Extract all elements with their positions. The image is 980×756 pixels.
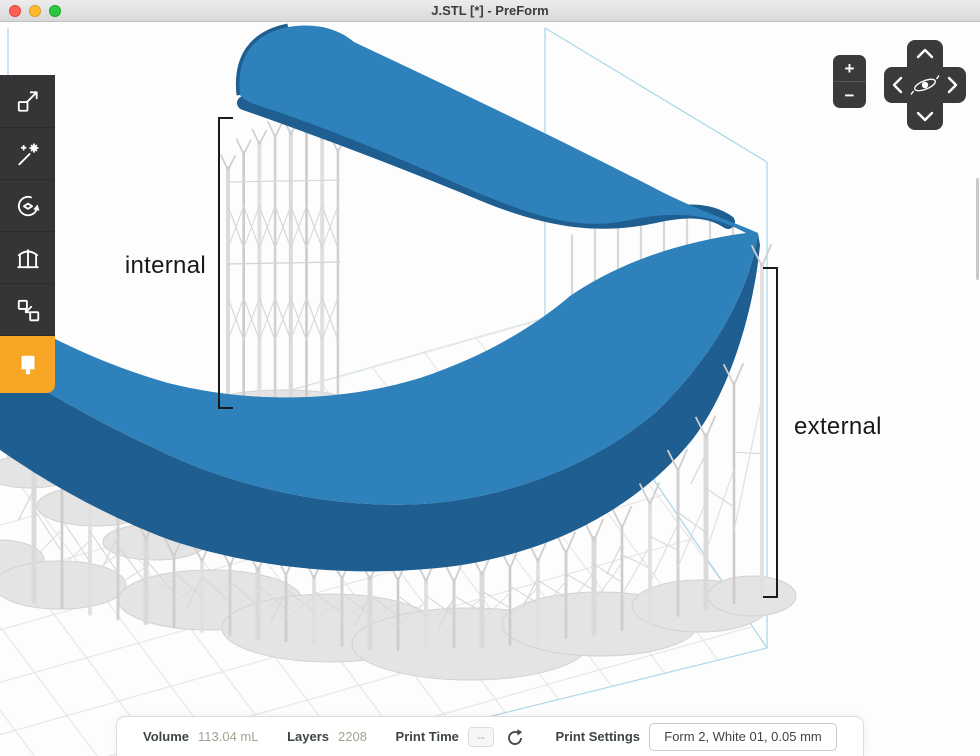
print-time-label: Print Time — [396, 729, 459, 744]
print-time-value: -- — [468, 727, 494, 747]
magic-wand-icon — [15, 141, 41, 167]
print-settings-label: Print Settings — [555, 729, 640, 744]
refresh-icon — [505, 727, 525, 747]
close-window-button[interactable] — [9, 5, 21, 17]
viewport-3d[interactable] — [0, 22, 980, 756]
layers-stat: Layers 2208 — [287, 729, 367, 744]
volume-label: Volume — [143, 729, 189, 744]
scale-icon — [15, 88, 41, 114]
print-time-stat: Print Time -- — [396, 725, 527, 749]
external-bracket — [763, 268, 777, 597]
annotation-external: external — [794, 413, 882, 441]
annotation-internal: internal — [100, 252, 206, 280]
tool-layout-button[interactable] — [0, 283, 55, 335]
tool-orientation-button[interactable] — [0, 179, 55, 231]
supports-icon — [15, 245, 41, 271]
status-bar: Volume 113.04 mL Layers 2208 Print Time … — [116, 716, 864, 756]
layout-icon — [15, 297, 41, 323]
print-settings-stat: Print Settings Form 2, White 01, 0.05 mm — [555, 723, 837, 751]
view-navigation-pad — [884, 40, 966, 130]
zoom-panel: + − — [833, 55, 866, 108]
tool-sidebar — [0, 75, 55, 393]
print-cartridge-icon — [15, 352, 41, 378]
zoom-in-button[interactable]: + — [833, 55, 866, 81]
window-title: J.STL [*] - PreForm — [0, 3, 980, 18]
layers-label: Layers — [287, 729, 329, 744]
zoom-window-button[interactable] — [49, 5, 61, 17]
rotate-icon — [15, 193, 41, 219]
supports-internal — [221, 119, 345, 403]
print-settings-dropdown[interactable]: Form 2, White 01, 0.05 mm — [649, 723, 837, 751]
build-scene — [0, 22, 980, 756]
preform-window: J.STL [*] - PreForm — [0, 0, 980, 756]
print-button[interactable] — [0, 335, 55, 393]
tool-one-click-print-button[interactable] — [0, 127, 55, 179]
window-controls — [9, 5, 61, 17]
scrollbar-thumb[interactable] — [976, 178, 979, 280]
volume-value: 113.04 mL — [198, 729, 258, 744]
titlebar: J.STL [*] - PreForm — [0, 0, 980, 22]
layers-value: 2208 — [338, 729, 367, 744]
zoom-out-button[interactable]: − — [833, 81, 866, 108]
volume-stat: Volume 113.04 mL — [143, 729, 258, 744]
refresh-print-time-button[interactable] — [503, 725, 527, 749]
tool-supports-button[interactable] — [0, 231, 55, 283]
tool-size-button[interactable] — [0, 75, 55, 127]
minimize-window-button[interactable] — [29, 5, 41, 17]
